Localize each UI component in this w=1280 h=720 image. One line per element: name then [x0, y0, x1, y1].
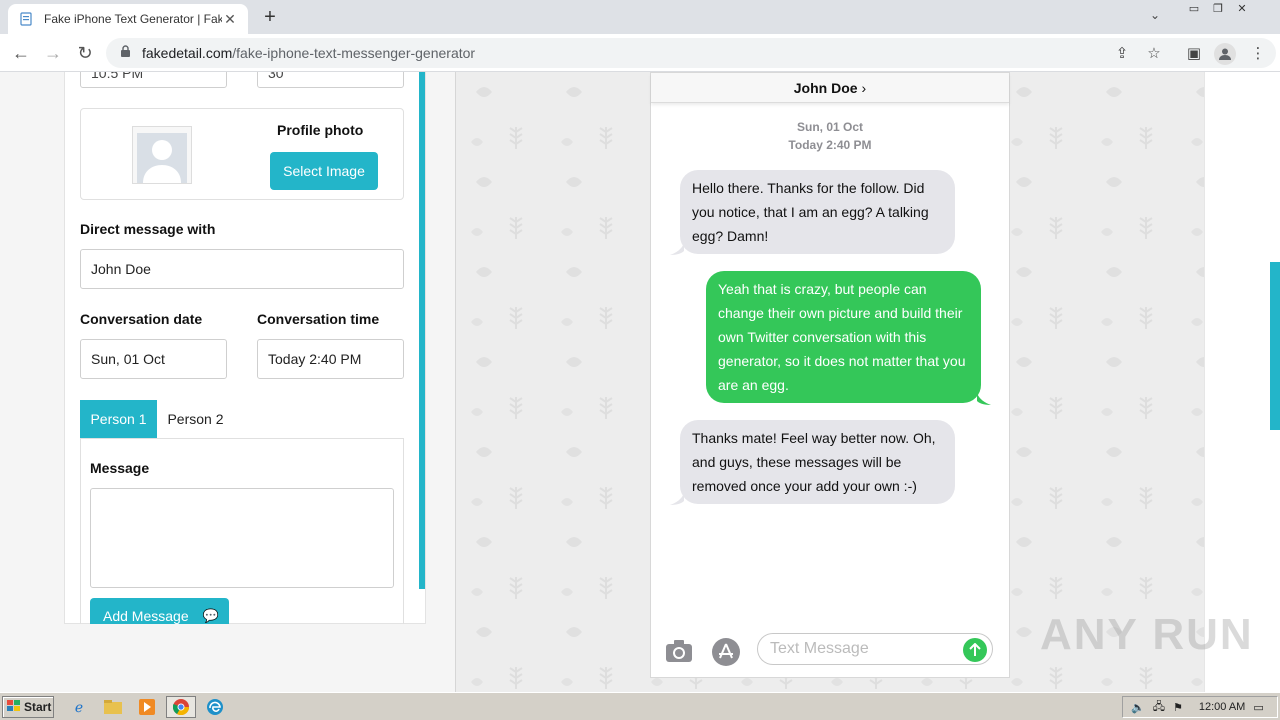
message-bubble-incoming: Thanks mate! Feel way better now. Oh, an…: [680, 420, 955, 504]
message-textarea[interactable]: [90, 488, 394, 588]
url-domain: fakedetail.com: [142, 45, 233, 61]
edge-icon[interactable]: [202, 696, 228, 718]
menu-kebab-icon[interactable]: ⋮: [1248, 44, 1268, 64]
tab-title: Fake iPhone Text Generator | Fake T: [44, 12, 222, 26]
message-bubble-outgoing: Yeah that is crazy, but people can chang…: [706, 271, 981, 403]
text-message-input[interactable]: Text Message: [757, 633, 993, 665]
flag-icon[interactable]: ⚑: [1173, 701, 1183, 714]
back-arrow-icon[interactable]: ←: [10, 42, 32, 64]
address-bar[interactable]: fakedetail.com/fake-iphone-text-messenge…: [106, 38, 1276, 68]
profile-avatar-icon[interactable]: [1214, 43, 1236, 65]
message-label: Message: [90, 460, 150, 476]
right-margin: [1204, 72, 1280, 692]
bookmark-star-icon[interactable]: ☆: [1144, 44, 1164, 64]
camera-icon[interactable]: [665, 639, 693, 663]
arrow-up-icon: [969, 643, 981, 656]
side-panel-icon[interactable]: ▣: [1184, 44, 1204, 64]
start-label: Start: [24, 700, 52, 714]
restore-icon[interactable]: ❐: [1206, 0, 1230, 16]
add-message-label: Add Message: [103, 608, 189, 624]
share-icon[interactable]: ⇪: [1112, 44, 1132, 64]
person-silhouette-icon: [137, 133, 187, 183]
show-desktop-icon[interactable]: ▭: [1253, 701, 1263, 714]
panel-bottom-spacer: [64, 624, 426, 692]
profile-photo-section: Profile photo Select Image: [80, 108, 404, 200]
form-scrollbar[interactable]: [419, 72, 425, 589]
window-controls: ▭ ❐ ✕: [1182, 0, 1254, 18]
conversation-time-label: Conversation time: [257, 311, 380, 327]
tab-person-2[interactable]: Person 2: [157, 400, 234, 438]
clock[interactable]: 12:00 AM: [1199, 701, 1245, 713]
browser-toolbar: ← → ↻ fakedetail.com/fake-iphone-text-me…: [0, 34, 1280, 72]
message-composer: Text Message: [651, 629, 1009, 675]
send-button[interactable]: [963, 638, 987, 662]
windows-logo-icon: [7, 699, 21, 715]
tab-person-1[interactable]: Person 1: [80, 400, 157, 438]
bubble-tail-incoming-icon: [670, 243, 684, 255]
lock-icon: [120, 45, 134, 61]
iphone-preview: John Doe › Sun, 01 Oct Today 2:40 PM Hel…: [650, 72, 1010, 678]
start-button[interactable]: Start: [2, 696, 54, 718]
conversation-date-input[interactable]: Sun, 01 Oct: [80, 339, 227, 379]
right-scroll-accent[interactable]: [1270, 262, 1280, 430]
tab-strip: Fake iPhone Text Generator | Fake T ✕ + …: [0, 0, 1280, 34]
media-player-icon[interactable]: [134, 696, 160, 718]
tab-search-chevron-icon[interactable]: ⌄: [1150, 8, 1160, 22]
windows-taskbar: Start ℯ 🔈 🖧 ⚑ 12:00 AM ▭: [0, 692, 1280, 720]
conversation-time-input[interactable]: Today 2:40 PM: [257, 339, 404, 379]
reload-icon[interactable]: ↻: [74, 42, 96, 64]
profile-photo-label: Profile photo: [277, 122, 364, 138]
new-tab-button[interactable]: +: [258, 6, 282, 28]
minimize-icon[interactable]: ▭: [1182, 0, 1206, 16]
conversation-date-label: Conversation date: [80, 311, 203, 327]
bubble-tail-incoming-icon: [670, 493, 684, 505]
direct-message-label: Direct message with: [80, 221, 216, 237]
bubble-tail-outgoing-icon: [977, 393, 991, 405]
anyrun-watermark: ANY RUN: [1040, 610, 1254, 659]
conversation-time-stamp: Today 2:40 PM: [788, 138, 872, 152]
profile-avatar-placeholder: [132, 126, 192, 184]
contact-name: John Doe: [793, 79, 858, 96]
contact-header[interactable]: John Doe ›: [651, 73, 1009, 103]
select-image-button[interactable]: Select Image: [270, 152, 378, 190]
previous-time-input[interactable]: 10:5 PM: [80, 72, 227, 88]
previous-value-input[interactable]: 30: [257, 72, 404, 88]
direct-message-input[interactable]: John Doe: [80, 249, 404, 289]
chat-bubbles-icon: 💬: [202, 608, 219, 623]
forward-arrow-icon[interactable]: →: [42, 42, 64, 64]
tab-close-icon[interactable]: ✕: [222, 11, 238, 28]
url-path: /fake-iphone-text-messenger-generator: [232, 45, 476, 61]
chevron-right-icon: ›: [861, 79, 867, 96]
system-tray: 🔈 🖧 ⚑ 12:00 AM ▭: [1122, 696, 1278, 718]
volume-icon[interactable]: 🔈: [1131, 701, 1145, 714]
internet-explorer-icon[interactable]: ℯ: [66, 696, 92, 718]
message-bubble-incoming: Hello there. Thanks for the follow. Did …: [680, 170, 955, 254]
window-close-icon[interactable]: ✕: [1230, 0, 1254, 16]
page-content: 10:5 PM 30 Profile photo Select Image Di…: [0, 72, 1280, 692]
conversation-date-stamp: Sun, 01 Oct: [796, 120, 864, 134]
app-store-icon[interactable]: [711, 637, 741, 667]
page-favicon-icon: [18, 11, 34, 27]
text-message-placeholder: Text Message: [770, 640, 869, 657]
browser-tab[interactable]: Fake iPhone Text Generator | Fake T ✕: [8, 4, 248, 34]
chrome-taskbar-icon[interactable]: [166, 696, 196, 718]
file-explorer-icon[interactable]: [100, 696, 126, 718]
network-icon[interactable]: 🖧: [1153, 698, 1165, 717]
